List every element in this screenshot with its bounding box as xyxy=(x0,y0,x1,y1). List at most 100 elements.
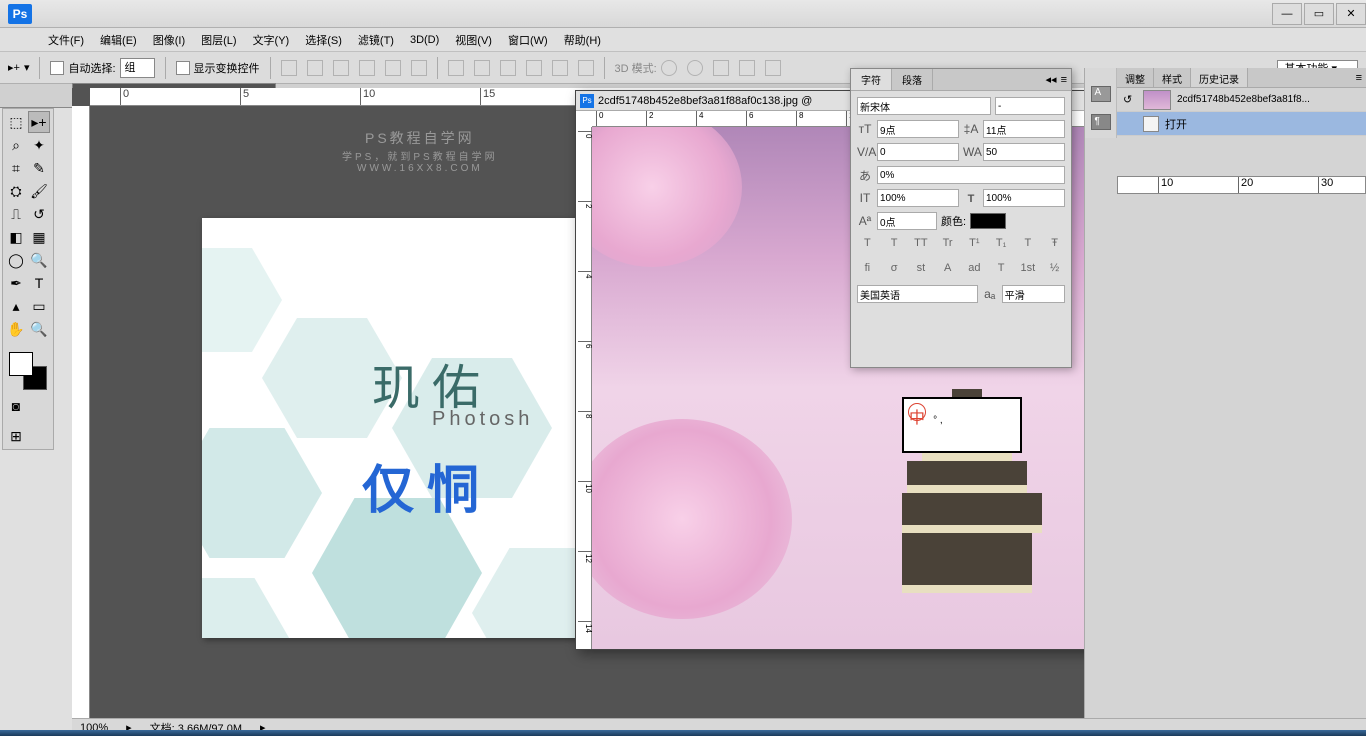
character-panel[interactable]: 字符 段落 ◂◂≡ тT ‡A V/A WA あ IT T xyxy=(850,68,1072,368)
distribute-icon[interactable] xyxy=(448,60,464,76)
path-select-tool-icon[interactable]: ▴ xyxy=(5,295,27,317)
ot-ordinals[interactable]: 1st xyxy=(1019,262,1037,278)
slide-icon[interactable] xyxy=(739,60,755,76)
stamp-tool-icon[interactable]: ⎍ xyxy=(5,203,27,225)
style-strikethrough[interactable]: Ŧ xyxy=(1046,237,1064,253)
style-italic[interactable]: T xyxy=(885,237,903,253)
quickmask-icon[interactable]: ◙ xyxy=(5,395,27,417)
shape-tool-icon[interactable]: ▭ xyxy=(28,295,50,317)
align-left-icon[interactable] xyxy=(359,60,375,76)
menu-select[interactable]: 选择(S) xyxy=(297,29,350,51)
ot-titling[interactable]: T xyxy=(992,262,1010,278)
distribute-icon[interactable] xyxy=(552,60,568,76)
auto-select-target[interactable]: 组 xyxy=(120,58,155,78)
align-vcenter-icon[interactable] xyxy=(307,60,323,76)
maximize-button[interactable]: ▭ xyxy=(1304,3,1334,25)
auto-select-checkbox[interactable] xyxy=(50,61,64,75)
menu-window[interactable]: 窗口(W) xyxy=(500,29,556,51)
ot-ligatures[interactable]: fi xyxy=(858,262,876,278)
style-bold[interactable]: T xyxy=(858,237,876,253)
menu-layer[interactable]: 图层(L) xyxy=(193,29,244,51)
style-subscript[interactable]: T₁ xyxy=(992,237,1010,253)
tab-history[interactable]: 历史记录 xyxy=(1191,68,1248,87)
menu-edit[interactable]: 编辑(E) xyxy=(92,29,145,51)
healing-tool-icon[interactable]: ⛭ xyxy=(5,180,27,202)
zoom-tool-icon[interactable]: 🔍 xyxy=(28,318,50,340)
zoom-3d-icon[interactable] xyxy=(765,60,781,76)
lasso-tool-icon[interactable]: ⌕ xyxy=(5,134,27,156)
style-smallcaps[interactable]: Tr xyxy=(939,237,957,253)
align-bottom-icon[interactable] xyxy=(333,60,349,76)
hscale-input[interactable] xyxy=(983,189,1065,207)
dodge-tool-icon[interactable]: 🔍 xyxy=(28,249,50,271)
tool-preset-dropdown[interactable]: ▾ xyxy=(24,61,30,74)
tab-styles[interactable]: 样式 xyxy=(1154,68,1191,87)
close-button[interactable]: ✕ xyxy=(1336,3,1366,25)
eraser-tool-icon[interactable]: ◧ xyxy=(5,226,27,248)
pen-tool-icon[interactable]: ✒ xyxy=(5,272,27,294)
move-tool-icon[interactable]: ▸+ xyxy=(28,111,50,133)
ot-stylistic[interactable]: ad xyxy=(965,262,983,278)
tab-paragraph[interactable]: 段落 xyxy=(892,69,933,90)
show-transform-checkbox[interactable] xyxy=(176,61,190,75)
align-hcenter-icon[interactable] xyxy=(385,60,401,76)
distribute-icon[interactable] xyxy=(578,60,594,76)
font-size-input[interactable] xyxy=(877,120,959,138)
menu-file[interactable]: 文件(F) xyxy=(40,29,92,51)
eyedropper-tool-icon[interactable]: ✎ xyxy=(28,157,50,179)
floating-ruler-v[interactable]: 02 46 810 1214 xyxy=(576,127,592,649)
type-tool-icon[interactable]: T xyxy=(28,272,50,294)
minimize-button[interactable]: — xyxy=(1272,3,1302,25)
align-top-icon[interactable] xyxy=(281,60,297,76)
crop-tool-icon[interactable]: ⌗ xyxy=(5,157,27,179)
dock-ruler[interactable]: 10 20 30 xyxy=(1117,176,1366,194)
menu-view[interactable]: 视图(V) xyxy=(447,29,500,51)
collapse-icon[interactable]: ◂◂ xyxy=(1046,73,1057,86)
language-select[interactable] xyxy=(857,285,978,303)
orbit-icon[interactable] xyxy=(661,60,677,76)
roll-icon[interactable] xyxy=(687,60,703,76)
ot-contextual[interactable]: σ xyxy=(885,262,903,278)
panel-menu-icon[interactable]: ≡ xyxy=(1356,72,1362,84)
ruler-vertical[interactable] xyxy=(72,106,90,718)
menu-image[interactable]: 图像(I) xyxy=(145,29,193,51)
gradient-tool-icon[interactable]: ▦ xyxy=(28,226,50,248)
hand-tool-icon[interactable]: ✋ xyxy=(5,318,27,340)
foreground-color[interactable] xyxy=(9,352,33,376)
style-underline[interactable]: T xyxy=(1019,237,1037,253)
menu-help[interactable]: 帮助(H) xyxy=(556,29,609,51)
tracking-input[interactable] xyxy=(983,143,1065,161)
tab-character[interactable]: 字符 xyxy=(851,69,892,90)
align-right-icon[interactable] xyxy=(411,60,427,76)
distribute-icon[interactable] xyxy=(500,60,516,76)
antialias-select[interactable] xyxy=(1002,285,1065,303)
history-source[interactable]: ↺ 2cdf51748b452e8bef3a81f8... xyxy=(1117,88,1366,112)
leading-input[interactable] xyxy=(983,120,1065,138)
screen-mode-icon[interactable]: ⊞ xyxy=(5,425,27,447)
ot-swash[interactable]: A xyxy=(939,262,957,278)
ot-discretionary[interactable]: st xyxy=(912,262,930,278)
blur-tool-icon[interactable]: ◯ xyxy=(5,249,27,271)
distribute-icon[interactable] xyxy=(474,60,490,76)
document-canvas[interactable]: 玑 佑 Photosh 仅 恫 xyxy=(202,218,582,638)
style-superscript[interactable]: T¹ xyxy=(965,237,983,253)
history-step-open[interactable]: 打开 xyxy=(1117,112,1366,136)
tsume-input[interactable] xyxy=(877,166,1065,184)
menu-type[interactable]: 文字(Y) xyxy=(245,29,298,51)
font-style-input[interactable] xyxy=(995,97,1065,115)
pan-icon[interactable] xyxy=(713,60,729,76)
kerning-input[interactable] xyxy=(877,143,959,161)
history-brush-tool-icon[interactable]: ↺ xyxy=(28,203,50,225)
style-allcaps[interactable]: TT xyxy=(912,237,930,253)
panel-menu-icon[interactable]: ≡ xyxy=(1061,74,1067,86)
text-color-swatch[interactable] xyxy=(970,213,1006,229)
distribute-icon[interactable] xyxy=(526,60,542,76)
brush-tool-icon[interactable]: 🖌 xyxy=(28,180,50,202)
menu-filter[interactable]: 滤镜(T) xyxy=(350,29,402,51)
ot-fractions[interactable]: ½ xyxy=(1046,262,1064,278)
para-panel-icon[interactable]: ¶ xyxy=(1091,114,1111,130)
char-panel-icon[interactable]: A xyxy=(1091,86,1111,102)
font-family-input[interactable] xyxy=(857,97,991,115)
tab-adjustments[interactable]: 调整 xyxy=(1117,68,1154,87)
color-swatch[interactable] xyxy=(9,352,47,390)
